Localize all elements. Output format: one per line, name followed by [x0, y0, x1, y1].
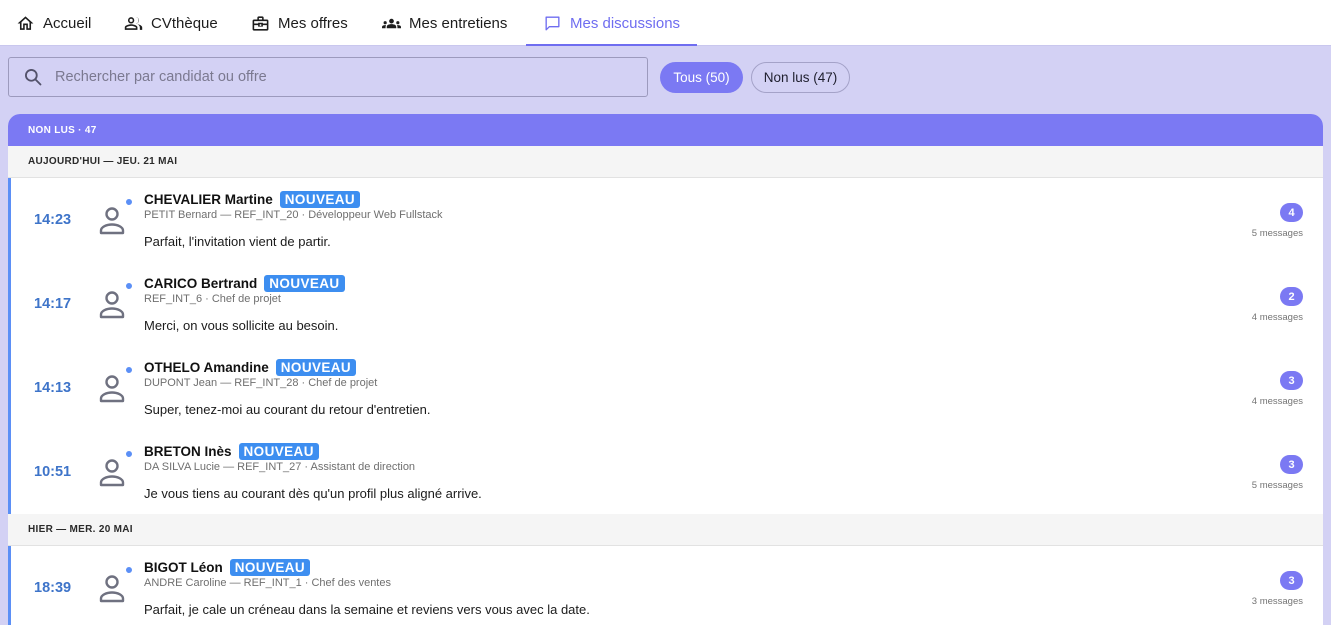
- users-icon: [124, 16, 143, 30]
- briefcase-icon: [252, 15, 269, 31]
- unread-dot: [125, 366, 133, 374]
- nav-label: Mes offres: [278, 14, 348, 32]
- new-badge: NOUVEAU: [238, 443, 319, 460]
- avatar-icon: [98, 457, 126, 487]
- conversation-row[interactable]: 10:51 BRETON Inès NOUVEAU DA SILVA Lucie…: [8, 430, 1323, 514]
- unread-count-badge: 3: [1280, 371, 1303, 390]
- nav-label: Accueil: [43, 14, 92, 32]
- last-message: Merci, on vous sollicite au besoin.: [144, 318, 339, 333]
- nav-mes-entretiens[interactable]: Mes entretiens: [382, 0, 507, 46]
- conversation-subtitle: DA SILVA Lucie — REF_INT_27 · Assistant …: [144, 461, 416, 473]
- avatar-icon: [98, 205, 126, 235]
- nav-accueil[interactable]: Accueil: [16, 0, 91, 46]
- filter-unread-button[interactable]: Non lus (47): [751, 62, 850, 93]
- conversation-row[interactable]: 14:23 CHEVALIER Martine NOUVEAU PETIT Be…: [8, 178, 1323, 262]
- candidate-name: OTHELO Amandine: [144, 360, 269, 375]
- last-message: Parfait, l'invitation vient de partir.: [144, 234, 331, 249]
- last-message: Je vous tiens au courant dès qu'un profi…: [144, 486, 482, 501]
- conversation-time: 18:39: [34, 580, 72, 596]
- candidate-name: BIGOT Léon: [144, 560, 223, 575]
- message-count: 5 messages: [1251, 228, 1303, 239]
- conversation-time: 14:17: [34, 296, 72, 312]
- last-message: Parfait, je cale un créneau dans la sema…: [144, 602, 590, 617]
- new-badge: NOUVEAU: [229, 559, 311, 576]
- candidate-name: BRETON Inès: [144, 444, 232, 459]
- unread-count-badge: 2: [1280, 287, 1303, 306]
- conversation-time: 10:51: [34, 464, 72, 480]
- group-icon: [382, 18, 401, 28]
- conversation-list: NON LUS · 47 AUJOURD'HUI — JEU. 21 MAI 1…: [8, 114, 1323, 625]
- unread-dot: [125, 450, 133, 458]
- nav-label: Mes entretiens: [409, 14, 508, 32]
- unread-dot: [125, 198, 133, 206]
- home-icon: [17, 15, 34, 30]
- unread-dot: [125, 566, 133, 574]
- nav-mes-discussions[interactable]: Mes discussions: [543, 0, 680, 46]
- filter-all-button[interactable]: Tous (50): [660, 62, 743, 93]
- search-icon: [25, 69, 42, 86]
- conversation-subtitle: ANDRE Caroline — REF_INT_1 · Chef des ve…: [144, 577, 391, 589]
- conversation-subtitle: DUPONT Jean — REF_INT_28 · Chef de proje…: [144, 377, 378, 389]
- last-message: Super, tenez-moi au courant du retour d'…: [144, 402, 431, 417]
- unread-count-badge: 4: [1280, 203, 1303, 222]
- nav-label: CVthèque: [151, 14, 218, 32]
- day-separator: HIER — MER. 20 MAI: [8, 514, 1323, 546]
- new-badge: NOUVEAU: [275, 359, 357, 376]
- message-count: 5 messages: [1251, 480, 1303, 491]
- search-box[interactable]: [8, 57, 648, 97]
- conversation-subtitle: PETIT Bernard — REF_INT_20 · Développeur…: [144, 209, 443, 221]
- new-badge: NOUVEAU: [264, 275, 345, 292]
- avatar-icon: [98, 573, 126, 603]
- search-input[interactable]: [55, 69, 615, 85]
- message-count: 4 messages: [1251, 312, 1303, 323]
- unread-count-badge: 3: [1280, 571, 1303, 590]
- active-tab-indicator: [526, 44, 697, 46]
- conversation-title: CARICO Bertrand NOUVEAU: [144, 275, 345, 292]
- message-count: 3 messages: [1251, 596, 1303, 607]
- unread-dot: [125, 282, 133, 290]
- nav-cvtheque[interactable]: CVthèque: [124, 0, 218, 46]
- conversation-time: 14:13: [34, 380, 72, 396]
- unread-count-badge: 3: [1280, 455, 1303, 474]
- nav-label: Mes discussions: [570, 14, 681, 32]
- day-separator: AUJOURD'HUI — JEU. 21 MAI: [8, 146, 1323, 178]
- avatar-icon: [98, 373, 126, 403]
- top-navigation: Accueil CVthèque Mes offres Mes entretie…: [0, 0, 1331, 46]
- chat-icon: [545, 15, 560, 31]
- candidate-name: CARICO Bertrand: [144, 276, 258, 291]
- new-badge: NOUVEAU: [279, 191, 361, 208]
- conversation-row[interactable]: 18:39 BIGOT Léon NOUVEAU ANDRE Caroline …: [8, 546, 1323, 625]
- conversation-title: BRETON Inès NOUVEAU: [144, 443, 319, 460]
- conversation-title: BIGOT Léon NOUVEAU: [144, 559, 311, 576]
- conversation-row[interactable]: 14:17 CARICO Bertrand NOUVEAU REF_INT_6 …: [8, 262, 1323, 346]
- candidate-name: CHEVALIER Martine: [144, 192, 273, 207]
- conversation-row[interactable]: 14:13 OTHELO Amandine NOUVEAU DUPONT Jea…: [8, 346, 1323, 430]
- avatar-icon: [98, 289, 126, 319]
- conversation-subtitle: REF_INT_6 · Chef de projet: [144, 293, 281, 305]
- conversation-time: 14:23: [34, 212, 72, 228]
- unread-header: NON LUS · 47: [8, 114, 1323, 146]
- conversation-title: OTHELO Amandine NOUVEAU: [144, 359, 357, 376]
- nav-mes-offres[interactable]: Mes offres: [251, 0, 348, 46]
- message-count: 4 messages: [1251, 396, 1303, 407]
- conversation-title: CHEVALIER Martine NOUVEAU: [144, 191, 361, 208]
